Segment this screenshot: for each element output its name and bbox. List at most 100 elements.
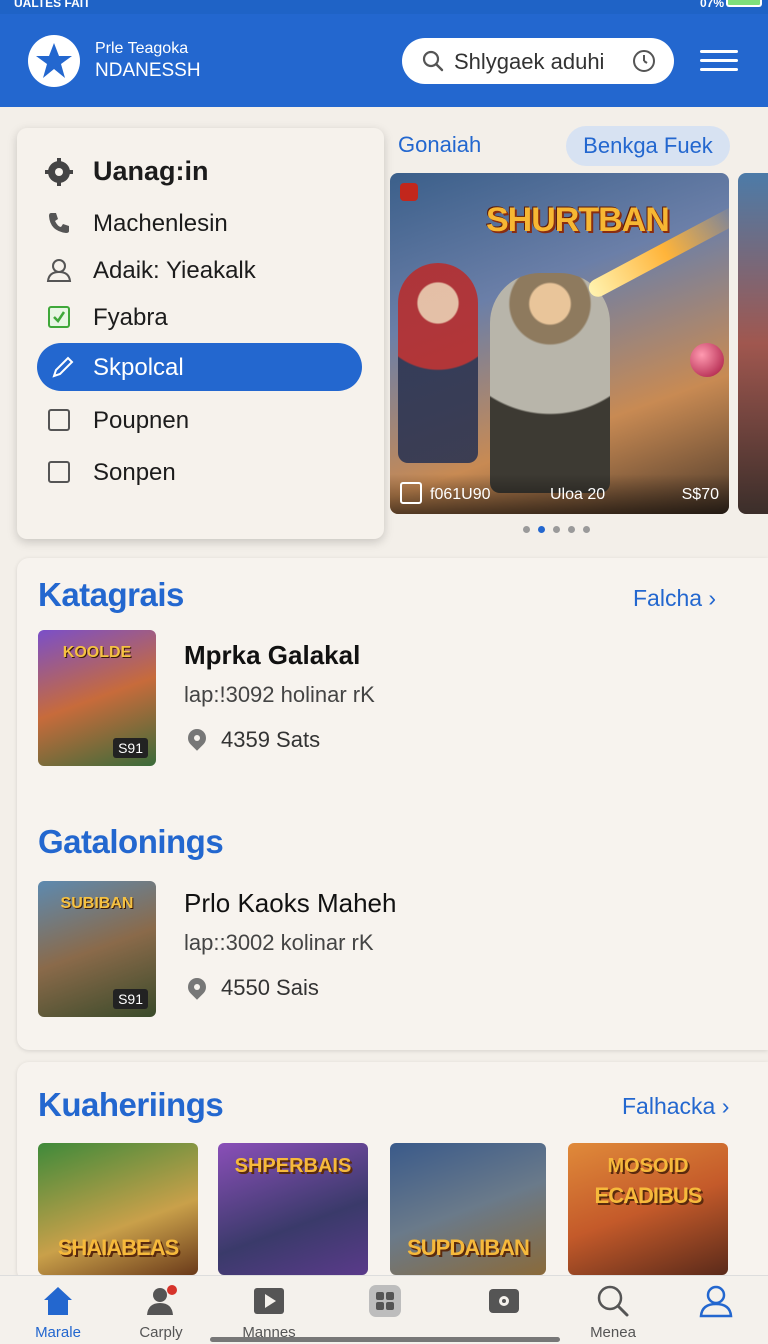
search-icon: [422, 50, 444, 72]
nav-home[interactable]: Marale: [3, 1276, 113, 1344]
game-tile[interactable]: MOSOID ECADIBUS: [568, 1143, 728, 1275]
profile-icon: [699, 1285, 733, 1318]
nav-carply[interactable]: Carply: [106, 1276, 216, 1344]
tab-benkga-fuek[interactable]: Benkga Fuek: [566, 126, 730, 166]
brand-line-2: NDANESSH: [95, 60, 201, 81]
camera-icon: [400, 482, 422, 504]
play-icon: [254, 1288, 284, 1314]
status-text: UALTES FAIT: [14, 0, 91, 10]
app-header: Prle Teagoka NDANESSH Shlygaek aduhi: [0, 14, 768, 107]
tag-icon: [400, 183, 418, 201]
hamburger-menu-icon[interactable]: [700, 50, 738, 74]
see-more-link[interactable]: Falcha ›: [633, 585, 716, 612]
section-title: Gatalonings: [38, 823, 224, 860]
checkbox-icon[interactable]: [45, 458, 73, 486]
banner-caption: f061U90: [430, 486, 491, 503]
menu-item-option[interactable]: Poupnen: [17, 396, 384, 444]
brand-line-1: Prle Teagoka: [95, 40, 189, 57]
game-name[interactable]: Mprka Galakal: [184, 640, 360, 671]
categories-card: Katagrais Falcha › KOOLDE S91 Mprka Gala…: [17, 558, 768, 1050]
see-more-link[interactable]: Falhacka ›: [622, 1093, 729, 1120]
search-input[interactable]: Shlygaek aduhi: [454, 49, 604, 75]
location-pin-icon: [184, 725, 210, 751]
tile-title: ECADIBUS: [594, 1183, 703, 1208]
price-badge: S91: [113, 738, 148, 758]
thumbnail-title: SUBIBAN: [60, 895, 134, 912]
checkbox-icon[interactable]: [45, 406, 73, 434]
carousel-dot[interactable]: [523, 526, 530, 533]
game-location: 4359 Sats: [221, 727, 321, 752]
game-name[interactable]: Prlo Kaoks Maheh: [184, 888, 396, 919]
carousel-dot[interactable]: [583, 526, 590, 533]
character-art: [490, 273, 610, 493]
game-tile[interactable]: SHAIABEAS: [38, 1143, 198, 1275]
game-thumbnail[interactable]: KOOLDE S91: [38, 630, 156, 766]
banner-caption-bar: f061U90 Uloa 20 S$70: [390, 474, 729, 514]
carousel-dot[interactable]: [553, 526, 560, 533]
grid-icon: [369, 1285, 401, 1317]
menu-item-phone[interactable]: Machenlesin: [17, 199, 384, 247]
banner-price: S$70: [681, 486, 719, 503]
battery-icon: [726, 0, 762, 7]
user-icon: [147, 1285, 177, 1315]
nav-grid[interactable]: [330, 1276, 440, 1344]
carousel-dot-active[interactable]: [538, 526, 545, 533]
game-thumbnail[interactable]: SUBIBAN S91: [38, 881, 156, 1017]
nav-camera[interactable]: [449, 1276, 559, 1344]
menu-item-option[interactable]: Sonpen: [17, 448, 384, 496]
location-pin-icon: [184, 974, 210, 1000]
menu-item-label: Skpolcal: [93, 354, 184, 381]
nav-label: Menea: [590, 1324, 636, 1341]
camera-icon: [489, 1289, 519, 1313]
brand-name: Prle Teagoka NDANESSH: [95, 40, 201, 82]
search-bar[interactable]: Shlygaek aduhi: [402, 38, 674, 84]
thumbnail-title: KOOLDE: [62, 644, 132, 661]
tile-title: SHPERBAIS: [234, 1155, 352, 1177]
next-banner-peek[interactable]: [738, 173, 768, 514]
banner-title: SHURTBAN: [486, 201, 670, 239]
game-tile[interactable]: SHPERBAIS: [218, 1143, 368, 1275]
nav-search[interactable]: Menea: [558, 1276, 668, 1344]
carousel-dot[interactable]: [568, 526, 575, 533]
menu-item-label: Uanag:in: [93, 156, 209, 186]
menu-item-label: Adaik: Yieakalk: [93, 257, 256, 284]
phone-icon: [45, 209, 73, 237]
game-tile[interactable]: SUPDAIBAN: [390, 1143, 546, 1275]
tab-gonaiah[interactable]: Gonaiah: [398, 132, 481, 158]
checkbox-checked-icon[interactable]: [45, 303, 73, 331]
game-subtitle: lap:!3092 holinar rK: [184, 682, 375, 707]
search-icon: [597, 1285, 629, 1317]
menu-item-label: Fyabra: [93, 304, 168, 331]
section-title: Kuaheriings: [38, 1086, 224, 1123]
menu-item-label: Sonpen: [93, 459, 176, 486]
price-badge: S91: [113, 989, 148, 1009]
nav-profile[interactable]: [661, 1276, 768, 1344]
featured-banner[interactable]: SHURTBAN f061U90 Uloa 20 S$70: [390, 173, 729, 514]
see-more-label: Falcha: [633, 585, 703, 611]
gear-icon: [45, 158, 73, 186]
carousel-dots[interactable]: [523, 526, 590, 533]
menu-item-settings[interactable]: Uanag:in: [17, 148, 384, 196]
pencil-icon: [49, 353, 77, 381]
home-icon: [44, 1287, 72, 1315]
menu-item-account[interactable]: Adaik: Yieakalk: [17, 246, 384, 294]
menu-item-checked[interactable]: Fyabra: [17, 293, 384, 341]
tile-title: SUPDAIBAN: [407, 1235, 530, 1260]
star-logo-icon: [36, 43, 72, 78]
game-location: 4550 Sais: [221, 975, 319, 1000]
home-indicator[interactable]: [210, 1337, 560, 1342]
tile-top-title: MOSOID: [607, 1155, 689, 1177]
menu-item-label: Machenlesin: [93, 210, 228, 237]
tile-title: SHAIABEAS: [57, 1235, 180, 1260]
nav-label: Carply: [139, 1324, 183, 1341]
see-more-label: Falhacka: [622, 1093, 716, 1119]
banner-caption: Uloa 20: [550, 486, 606, 503]
menu-item-active[interactable]: Skpolcal: [37, 343, 362, 391]
nav-mannes[interactable]: Mannes: [214, 1276, 324, 1344]
dropdown-menu: Uanag:in Machenlesin Adaik: Yieakalk Fya…: [17, 128, 384, 539]
bottom-navigation: Marale Carply Mannes Menea: [0, 1275, 768, 1344]
character-art: [398, 263, 478, 463]
app-logo[interactable]: [28, 35, 80, 87]
nav-label: Marale: [35, 1324, 81, 1341]
battery-percent: 07%: [699, 0, 724, 10]
